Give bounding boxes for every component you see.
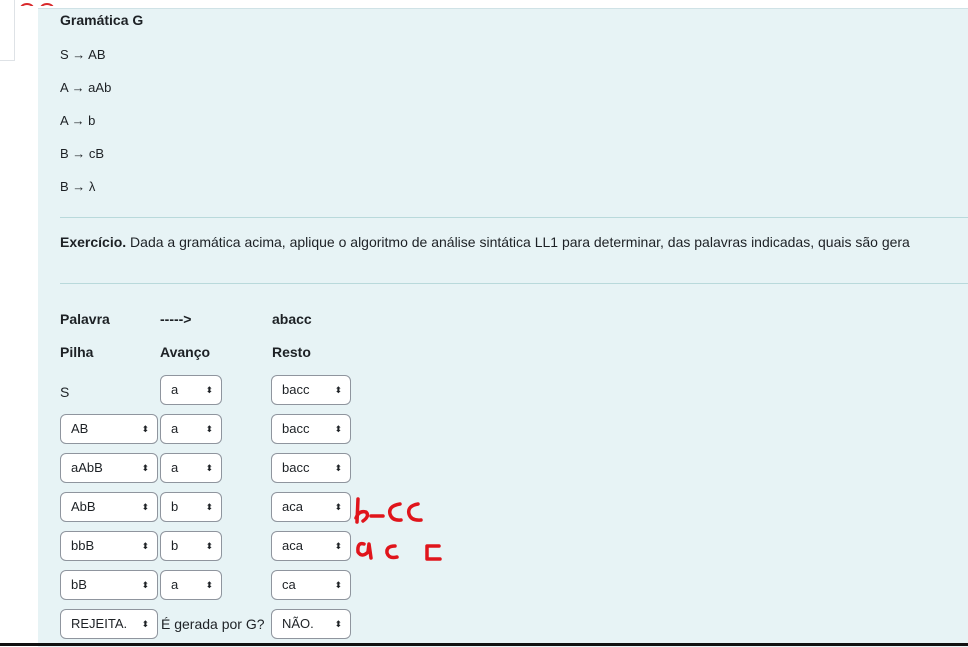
- select-value: a: [171, 382, 179, 397]
- chevron-updown-icon: ⬍: [334, 541, 342, 551]
- question-content: Gramática G S → AB A → aAb A → b B → cB …: [38, 8, 968, 647]
- select-value: bB: [71, 577, 87, 592]
- pilha-select[interactable]: aAbB ⬍: [60, 453, 158, 483]
- select-value: b: [171, 538, 179, 553]
- select-value: aca: [282, 499, 303, 514]
- grammar-rule: B → λ: [60, 179, 96, 194]
- select-value: AbB: [71, 499, 96, 514]
- grammar-rule: S → AB: [60, 47, 106, 62]
- divider: [60, 217, 968, 218]
- select-value: bacc: [282, 460, 310, 475]
- chevron-updown-icon: ⬍: [205, 502, 213, 512]
- column-header-pilha: Pilha: [60, 344, 94, 360]
- avanco-select[interactable]: a ⬍: [160, 453, 222, 483]
- stack-value-static: S: [60, 384, 70, 400]
- chevron-updown-icon: ⬍: [205, 385, 213, 395]
- chevron-updown-icon: ⬍: [141, 541, 149, 551]
- arrow-label: ----->: [160, 311, 192, 327]
- word-label: Palavra: [60, 311, 110, 327]
- grammar-rule: A → aAb: [60, 80, 112, 95]
- grammar-rule: A → b: [60, 113, 96, 128]
- resto-select[interactable]: bacc ⬍: [271, 414, 351, 444]
- chevron-updown-icon: ⬍: [205, 463, 213, 473]
- select-value: aca: [282, 538, 303, 553]
- chevron-updown-icon: ⬍: [334, 424, 342, 434]
- pilha-select[interactable]: bbB ⬍: [60, 531, 158, 561]
- chevron-updown-icon: ⬍: [141, 463, 149, 473]
- select-value: bacc: [282, 382, 310, 397]
- result-select[interactable]: REJEITA. ⬍: [60, 609, 158, 639]
- divider: [60, 283, 968, 284]
- chevron-updown-icon: ⬍: [141, 424, 149, 434]
- select-value: a: [171, 421, 179, 436]
- select-value: aAbB: [71, 460, 103, 475]
- select-value: AB: [71, 421, 89, 436]
- select-value: NÃO.: [282, 616, 314, 631]
- resto-select[interactable]: aca ⬍: [271, 492, 351, 522]
- select-value: REJEITA.: [71, 616, 128, 631]
- resto-select[interactable]: ca ⬍: [271, 570, 351, 600]
- select-value: bbB: [71, 538, 95, 553]
- select-value: a: [171, 577, 179, 592]
- chevron-updown-icon: ⬍: [205, 424, 213, 434]
- chevron-updown-icon: ⬍: [141, 580, 149, 590]
- grammar-title: Gramática G: [60, 12, 144, 28]
- avanco-select[interactable]: a ⬍: [160, 414, 222, 444]
- select-value: a: [171, 460, 179, 475]
- resto-select[interactable]: bacc ⬍: [271, 375, 351, 405]
- chevron-updown-icon: ⬍: [205, 541, 213, 551]
- chevron-updown-icon: ⬍: [334, 580, 342, 590]
- exercise-text: Dada a gramática acima, aplique o algori…: [126, 234, 910, 250]
- exercise-statement: Exercício. Dada a gramática acima, apliq…: [60, 234, 910, 250]
- handwritten-annotation: [354, 497, 442, 561]
- resto-select[interactable]: aca ⬍: [271, 531, 351, 561]
- generated-question-label: É gerada por G?: [161, 616, 265, 632]
- avanco-select[interactable]: b ⬍: [160, 531, 222, 561]
- chevron-updown-icon: ⬍: [205, 580, 213, 590]
- exercise-label: Exercício.: [60, 234, 127, 250]
- pilha-select[interactable]: bB ⬍: [60, 570, 158, 600]
- resto-select[interactable]: bacc ⬍: [271, 453, 351, 483]
- chevron-updown-icon: ⬍: [334, 385, 342, 395]
- target-word: abacc: [272, 311, 312, 327]
- select-value: bacc: [282, 421, 310, 436]
- side-panel-edge: [0, 0, 15, 61]
- avanco-select[interactable]: b ⬍: [160, 492, 222, 522]
- pilha-select[interactable]: AB ⬍: [60, 414, 158, 444]
- avanco-select[interactable]: a ⬍: [160, 375, 222, 405]
- pilha-select[interactable]: AbB ⬍: [60, 492, 158, 522]
- answer-select[interactable]: NÃO. ⬍: [271, 609, 351, 639]
- grammar-rule: B → cB: [60, 146, 105, 161]
- avanco-select[interactable]: a ⬍: [160, 570, 222, 600]
- column-header-avanco: Avanço: [160, 344, 211, 360]
- column-header-resto: Resto: [272, 344, 311, 360]
- chevron-updown-icon: ⬍: [141, 619, 149, 629]
- chevron-updown-icon: ⬍: [334, 619, 342, 629]
- select-value: ca: [282, 577, 296, 592]
- chevron-updown-icon: ⬍: [141, 502, 149, 512]
- select-value: b: [171, 499, 179, 514]
- chevron-updown-icon: ⬍: [334, 502, 342, 512]
- chevron-updown-icon: ⬍: [334, 463, 342, 473]
